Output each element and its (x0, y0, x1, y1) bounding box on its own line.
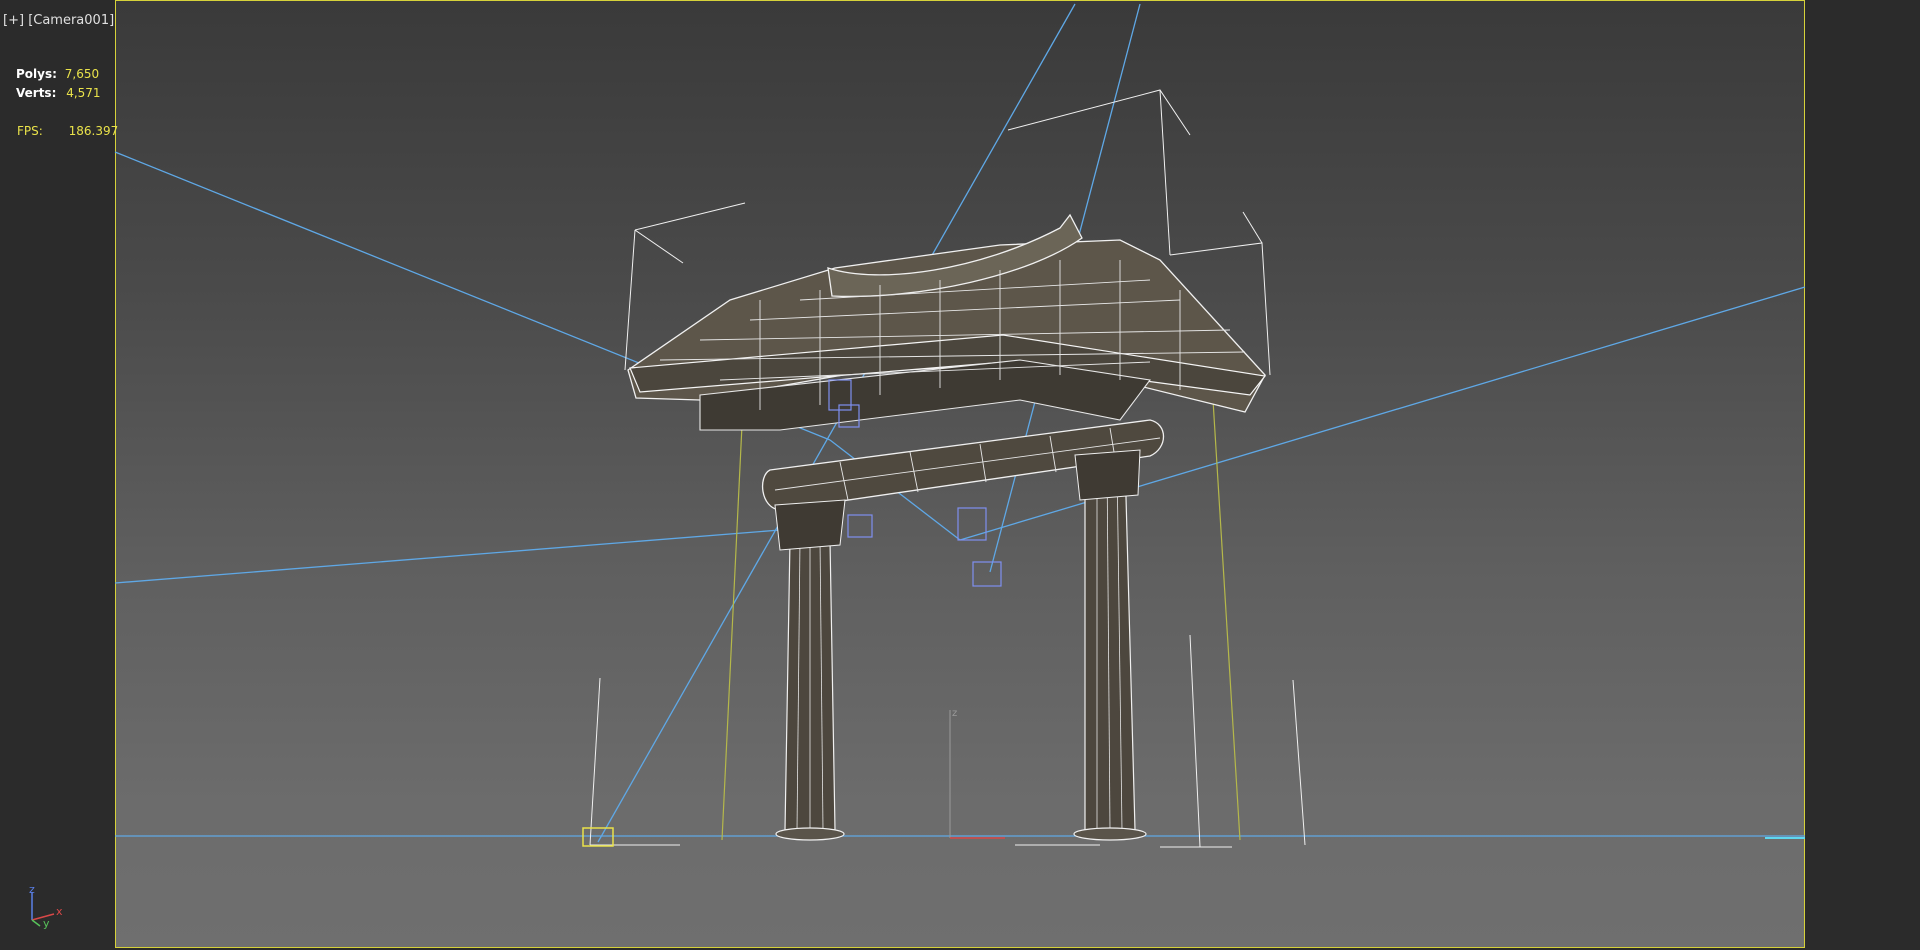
verts-value: 4,571 (66, 86, 101, 100)
camera-line-lower-left (114, 529, 781, 584)
fps-value: 186.397 (68, 124, 119, 138)
helper-box-3[interactable] (847, 514, 873, 538)
helper-box-4[interactable] (957, 507, 987, 541)
helper-box-5[interactable] (972, 561, 1002, 587)
guide-right (1212, 399, 1241, 841)
polys-label: Polys: (16, 67, 57, 81)
viewport-label[interactable]: [+] [Camera001] (3, 13, 114, 28)
viewport[interactable]: z [+] [Camera001] Polys: 7,650 Verts: 4,… (0, 0, 1920, 950)
helper-2 (634, 229, 684, 264)
stat-polys: Polys: 7,650 (16, 67, 99, 81)
pailou-archway[interactable] (627, 213, 1267, 841)
scene-wireframe[interactable]: z (0, 0, 1920, 950)
viewport-camera-menu[interactable]: [Camera001] (28, 13, 114, 28)
viewport-plus-menu[interactable]: [+] (3, 13, 24, 28)
helper-9 (1189, 634, 1201, 848)
axis-z-label: z (29, 883, 35, 896)
helper-1 (634, 202, 746, 231)
camera-marker[interactable] (582, 827, 614, 847)
stat-fps: FPS: 186.397 (17, 124, 118, 138)
polys-value: 7,650 (64, 67, 100, 81)
pillar-right-capital (1074, 449, 1141, 501)
guide-left (721, 424, 743, 841)
helper-8 (589, 677, 601, 846)
helper-10 (1292, 679, 1306, 846)
axis-x-label: x (56, 905, 63, 918)
pivot-gizmo: z (949, 708, 1005, 839)
pillar-left-base (775, 827, 845, 841)
camera-frustum (114, 3, 1806, 843)
helper-7 (1242, 211, 1263, 244)
stat-verts: Verts: 4,571 (16, 86, 101, 100)
helper-5 (1159, 89, 1171, 256)
fps-label: FPS: (17, 124, 43, 138)
pillar-left-capital (774, 499, 846, 551)
svg-text:z: z (952, 708, 957, 719)
helper-3 (624, 229, 636, 371)
pillar-right-base (1073, 827, 1147, 841)
axis-y-label: y (43, 917, 50, 930)
pillar-right (1084, 459, 1136, 831)
verts-label: Verts: (16, 86, 57, 100)
